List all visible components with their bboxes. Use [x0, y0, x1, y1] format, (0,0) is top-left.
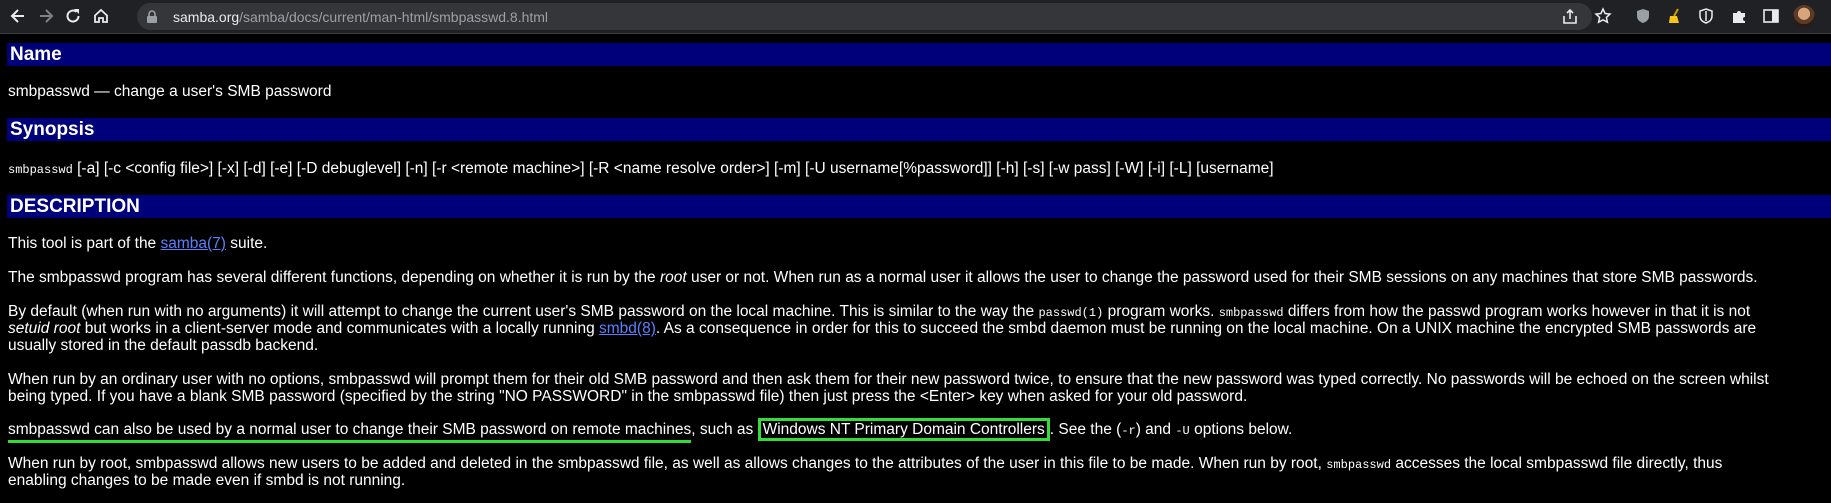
url-host: samba.org	[173, 9, 240, 25]
man-page: Name smbpasswd — change a user's SMB pas…	[0, 34, 1831, 503]
paragraph-1: This tool is part of the samba(7) suite.	[8, 235, 267, 253]
paragraph-3-line-3: usually stored in the default passdb bac…	[8, 337, 319, 354]
p3-text-e: . As a consequence in order for this to …	[655, 320, 1757, 337]
setuid-root-emphasis: setuid root	[8, 320, 81, 337]
p1-text-a: This tool is part of the	[8, 235, 161, 252]
url-path: /samba/docs/current/man-html/smbpasswd.8…	[239, 9, 549, 25]
sidebar-icon[interactable]	[1762, 7, 1780, 25]
profile-avatar[interactable]	[1793, 5, 1815, 27]
synopsis-command: smbpasswd	[8, 163, 73, 177]
passwd-1-code: passwd(1)	[1038, 306, 1104, 320]
synopsis-command-line: smbpasswd [-a] [-c <config file>] [-x] […	[8, 160, 1274, 179]
synopsis-section-header: Synopsis	[7, 118, 1831, 141]
share-icon[interactable]	[1561, 8, 1579, 26]
p6-text-b: accesses the local smbpasswd file direct…	[1391, 455, 1723, 472]
lock-icon[interactable]	[145, 10, 159, 24]
highlighted-remote-sentence: smbpasswd can also be used by a normal u…	[8, 421, 692, 443]
p3-text-a: By default (when run with no arguments) …	[8, 303, 1039, 320]
p3-text-b: program works.	[1103, 303, 1219, 320]
shield-extension-icon[interactable]	[1634, 7, 1652, 25]
name-section-title: Name	[10, 44, 62, 65]
samba-7-link[interactable]: samba(7)	[161, 235, 226, 252]
address-bar[interactable]: samba.org/samba/docs/current/man-html/sm…	[137, 3, 1592, 30]
p5-text-b: . See the (	[1049, 421, 1122, 438]
brave-shield-icon[interactable]	[1697, 7, 1715, 25]
broom-extension-icon[interactable]	[1666, 7, 1684, 25]
home-icon[interactable]	[91, 6, 111, 26]
p2-text-a: The smbpasswd program has several differ…	[8, 269, 660, 286]
smbd-8-link[interactable]: smbd(8)	[599, 320, 656, 337]
highlighted-windows-nt-pdc: Windows NT Primary Domain Controllers	[757, 418, 1050, 441]
p5-text-c: ) and	[1135, 421, 1176, 438]
p2-root-emphasis: root	[659, 269, 687, 286]
p6-text-a: When run by root, smbpasswd allows new u…	[8, 455, 1327, 472]
paragraph-4-line-2: being typed. If you have a blank SMB pas…	[8, 388, 1248, 405]
paragraph-5: smbpasswd can also be used by a normal u…	[8, 418, 1293, 443]
p1-text-b: suite.	[225, 235, 268, 252]
synopsis-section-title: Synopsis	[10, 119, 95, 140]
forward-arrow-icon[interactable]	[36, 6, 56, 26]
back-arrow-icon[interactable]	[8, 6, 28, 26]
p3-text-d: but works in a client-server mode and co…	[80, 320, 600, 337]
p3-text-c: differs from how the passwd program work…	[1283, 303, 1751, 320]
description-section-header: DESCRIPTION	[7, 195, 1831, 218]
name-section-header: Name	[7, 43, 1831, 66]
paragraph-4-line-1: When run by an ordinary user with no opt…	[8, 371, 1769, 388]
paragraph-6-line-2: enabling changes to be made even if smbd…	[8, 472, 406, 489]
browser-toolbar: samba.org/samba/docs/current/man-html/sm…	[0, 0, 1831, 34]
puzzle-extension-icon[interactable]	[1730, 7, 1748, 25]
paragraph-3-line-2: setuid root but works in a client-server…	[8, 320, 1756, 338]
name-description: smbpasswd — change a user's SMB password	[8, 83, 332, 100]
description-section-title: DESCRIPTION	[10, 196, 140, 217]
r-option-code: -r	[1121, 424, 1136, 438]
paragraph-2: The smbpasswd program has several differ…	[8, 269, 1758, 287]
p6-smbpasswd-code: smbpasswd	[1326, 458, 1392, 472]
star-icon[interactable]	[1594, 7, 1612, 25]
smbpasswd-code: smbpasswd	[1218, 306, 1284, 320]
p2-text-b: user or not. When run as a normal user i…	[686, 269, 1758, 286]
url-text[interactable]: samba.org/samba/docs/current/man-html/sm…	[173, 9, 548, 25]
p5-text-a: , such as	[691, 421, 758, 438]
u-option-code: -U	[1175, 424, 1190, 438]
synopsis-arguments: [-a] [-c <config file>] [-x] [-d] [-e] […	[72, 160, 1274, 177]
p5-text-d: options below.	[1189, 421, 1293, 438]
reload-icon[interactable]	[63, 6, 83, 26]
